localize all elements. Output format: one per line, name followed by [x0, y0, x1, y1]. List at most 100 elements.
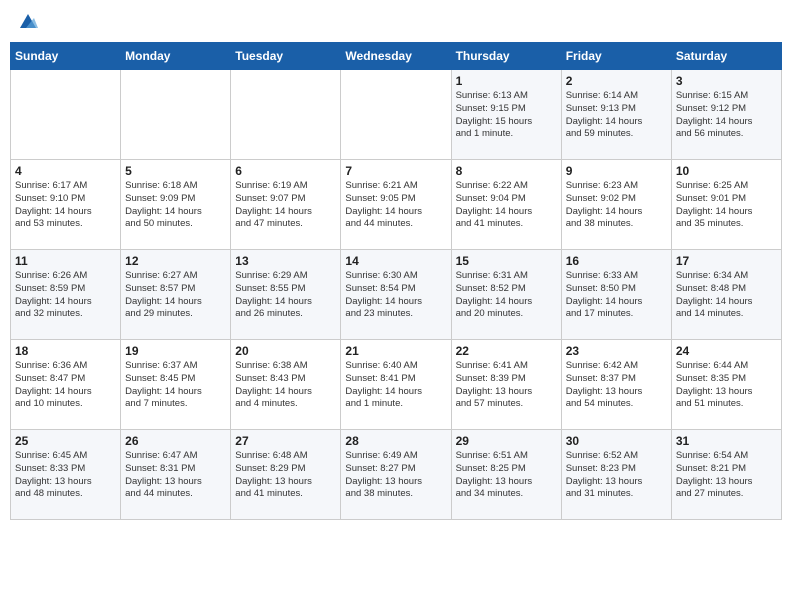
- weekday-thursday: Thursday: [451, 43, 561, 70]
- calendar-cell: 29 Sunrise: 6:51 AM Sunset: 8:25 PM Dayli…: [451, 430, 561, 520]
- calendar-week-3: 11 Sunrise: 6:26 AM Sunset: 8:59 PM Dayli…: [11, 250, 782, 340]
- calendar-cell: 6Sunrise: 6:19 AM Sunset: 9:07 PM Daylig…: [231, 160, 341, 250]
- calendar-cell: 5 Sunrise: 6:18 AM Sunset: 9:09 PM Daylig…: [121, 160, 231, 250]
- calendar-cell: 15 Sunrise: 6:31 AM Sunset: 8:52 PM Dayli…: [451, 250, 561, 340]
- calendar-cell: 14 Sunrise: 6:30 AM Sunset: 8:54 PM Dayli…: [341, 250, 451, 340]
- day-number: 30: [566, 434, 667, 448]
- day-number: 2: [566, 74, 667, 88]
- day-number: 15: [456, 254, 557, 268]
- day-number: 10: [676, 164, 777, 178]
- day-content: Sunrise: 6:48 AM Sunset: 8:29 PM Dayligh…: [235, 450, 336, 501]
- day-number: 22: [456, 344, 557, 358]
- day-number: 11: [15, 254, 116, 268]
- calendar-week-2: 4 Sunrise: 6:17 AM Sunset: 9:10 PM Daylig…: [11, 160, 782, 250]
- logo: [14, 10, 40, 34]
- weekday-friday: Friday: [561, 43, 671, 70]
- day-content: Sunrise: 6:38 AM Sunset: 8:43 PM Dayligh…: [235, 360, 336, 411]
- calendar-cell: 22 Sunrise: 6:41 AM Sunset: 8:39 PM Dayli…: [451, 340, 561, 430]
- calendar-cell: 19 Sunrise: 6:37 AM Sunset: 8:45 PM Dayli…: [121, 340, 231, 430]
- calendar-cell: [231, 70, 341, 160]
- calendar-week-1: 1 Sunrise: 6:13 AM Sunset: 9:15 PM Daylig…: [11, 70, 782, 160]
- day-number: 4: [15, 164, 116, 178]
- day-content: Sunrise: 6:25 AM Sunset: 9:01 PM Dayligh…: [676, 180, 777, 231]
- calendar-cell: 3 Sunrise: 6:15 AM Sunset: 9:12 PM Daylig…: [671, 70, 781, 160]
- weekday-wednesday: Wednesday: [341, 43, 451, 70]
- calendar-cell: 11 Sunrise: 6:26 AM Sunset: 8:59 PM Dayli…: [11, 250, 121, 340]
- day-content: Sunrise: 6:41 AM Sunset: 8:39 PM Dayligh…: [456, 360, 557, 411]
- day-content: Sunrise: 6:22 AM Sunset: 9:04 PM Dayligh…: [456, 180, 557, 231]
- calendar-cell: 9 Sunrise: 6:23 AM Sunset: 9:02 PM Daylig…: [561, 160, 671, 250]
- day-content: Sunrise: 6:15 AM Sunset: 9:12 PM Dayligh…: [676, 90, 777, 141]
- day-content: Sunrise: 6:36 AM Sunset: 8:47 PM Dayligh…: [15, 360, 116, 411]
- calendar-cell: [121, 70, 231, 160]
- day-number: 14: [345, 254, 446, 268]
- calendar-cell: 10 Sunrise: 6:25 AM Sunset: 9:01 PM Dayli…: [671, 160, 781, 250]
- calendar-body: 1 Sunrise: 6:13 AM Sunset: 9:15 PM Daylig…: [11, 70, 782, 520]
- weekday-sunday: Sunday: [11, 43, 121, 70]
- day-content: Sunrise: 6:34 AM Sunset: 8:48 PM Dayligh…: [676, 270, 777, 321]
- calendar-cell: 18 Sunrise: 6:36 AM Sunset: 8:47 PM Dayli…: [11, 340, 121, 430]
- day-content: Sunrise: 6:30 AM Sunset: 8:54 PM Dayligh…: [345, 270, 446, 321]
- day-number: 19: [125, 344, 226, 358]
- day-content: Sunrise: 6:54 AM Sunset: 8:21 PM Dayligh…: [676, 450, 777, 501]
- day-content: Sunrise: 6:18 AM Sunset: 9:09 PM Dayligh…: [125, 180, 226, 231]
- calendar-cell: 21 Sunrise: 6:40 AM Sunset: 8:41 PM Dayli…: [341, 340, 451, 430]
- day-content: Sunrise: 6:13 AM Sunset: 9:15 PM Dayligh…: [456, 90, 557, 141]
- calendar-header: SundayMondayTuesdayWednesdayThursdayFrid…: [11, 43, 782, 70]
- calendar-cell: 25Sunrise: 6:45 AM Sunset: 8:33 PM Dayli…: [11, 430, 121, 520]
- calendar-cell: 16 Sunrise: 6:33 AM Sunset: 8:50 PM Dayli…: [561, 250, 671, 340]
- day-number: 29: [456, 434, 557, 448]
- logo-icon: [16, 10, 40, 34]
- calendar-cell: 31 Sunrise: 6:54 AM Sunset: 8:21 PM Dayli…: [671, 430, 781, 520]
- day-content: Sunrise: 6:37 AM Sunset: 8:45 PM Dayligh…: [125, 360, 226, 411]
- day-number: 24: [676, 344, 777, 358]
- day-number: 12: [125, 254, 226, 268]
- day-content: Sunrise: 6:33 AM Sunset: 8:50 PM Dayligh…: [566, 270, 667, 321]
- day-content: Sunrise: 6:14 AM Sunset: 9:13 PM Dayligh…: [566, 90, 667, 141]
- day-number: 17: [676, 254, 777, 268]
- calendar-cell: 27 Sunrise: 6:48 AM Sunset: 8:29 PM Dayli…: [231, 430, 341, 520]
- calendar-cell: 12 Sunrise: 6:27 AM Sunset: 8:57 PM Dayli…: [121, 250, 231, 340]
- day-number: 1: [456, 74, 557, 88]
- day-content: Sunrise: 6:40 AM Sunset: 8:41 PM Dayligh…: [345, 360, 446, 411]
- calendar-cell: 20 Sunrise: 6:38 AM Sunset: 8:43 PM Dayli…: [231, 340, 341, 430]
- weekday-tuesday: Tuesday: [231, 43, 341, 70]
- day-content: Sunrise: 6:21 AM Sunset: 9:05 PM Dayligh…: [345, 180, 446, 231]
- day-number: 20: [235, 344, 336, 358]
- weekday-monday: Monday: [121, 43, 231, 70]
- calendar-cell: [11, 70, 121, 160]
- day-number: 8: [456, 164, 557, 178]
- day-number: 28: [345, 434, 446, 448]
- calendar-cell: [341, 70, 451, 160]
- calendar-cell: 28 Sunrise: 6:49 AM Sunset: 8:27 PM Dayli…: [341, 430, 451, 520]
- day-number: 3: [676, 74, 777, 88]
- day-content: Sunrise: 6:31 AM Sunset: 8:52 PM Dayligh…: [456, 270, 557, 321]
- calendar-table: SundayMondayTuesdayWednesdayThursdayFrid…: [10, 42, 782, 520]
- calendar-cell: 2 Sunrise: 6:14 AM Sunset: 9:13 PM Daylig…: [561, 70, 671, 160]
- day-content: Sunrise: 6:19 AM Sunset: 9:07 PM Dayligh…: [235, 180, 336, 231]
- day-content: Sunrise: 6:17 AM Sunset: 9:10 PM Dayligh…: [15, 180, 116, 231]
- day-content: Sunrise: 6:45 AM Sunset: 8:33 PM Dayligh…: [15, 450, 116, 501]
- day-content: Sunrise: 6:42 AM Sunset: 8:37 PM Dayligh…: [566, 360, 667, 411]
- day-content: Sunrise: 6:29 AM Sunset: 8:55 PM Dayligh…: [235, 270, 336, 321]
- page-header: [10, 10, 782, 34]
- day-number: 16: [566, 254, 667, 268]
- calendar-cell: 24Sunrise: 6:44 AM Sunset: 8:35 PM Dayli…: [671, 340, 781, 430]
- day-content: Sunrise: 6:26 AM Sunset: 8:59 PM Dayligh…: [15, 270, 116, 321]
- day-number: 18: [15, 344, 116, 358]
- day-content: Sunrise: 6:23 AM Sunset: 9:02 PM Dayligh…: [566, 180, 667, 231]
- calendar-cell: 17 Sunrise: 6:34 AM Sunset: 8:48 PM Dayli…: [671, 250, 781, 340]
- weekday-saturday: Saturday: [671, 43, 781, 70]
- day-number: 7: [345, 164, 446, 178]
- calendar-week-4: 18 Sunrise: 6:36 AM Sunset: 8:47 PM Dayli…: [11, 340, 782, 430]
- day-content: Sunrise: 6:49 AM Sunset: 8:27 PM Dayligh…: [345, 450, 446, 501]
- day-number: 27: [235, 434, 336, 448]
- day-number: 9: [566, 164, 667, 178]
- day-number: 31: [676, 434, 777, 448]
- calendar-cell: 8 Sunrise: 6:22 AM Sunset: 9:04 PM Daylig…: [451, 160, 561, 250]
- day-content: Sunrise: 6:51 AM Sunset: 8:25 PM Dayligh…: [456, 450, 557, 501]
- day-number: 21: [345, 344, 446, 358]
- day-content: Sunrise: 6:27 AM Sunset: 8:57 PM Dayligh…: [125, 270, 226, 321]
- day-number: 13: [235, 254, 336, 268]
- day-number: 5: [125, 164, 226, 178]
